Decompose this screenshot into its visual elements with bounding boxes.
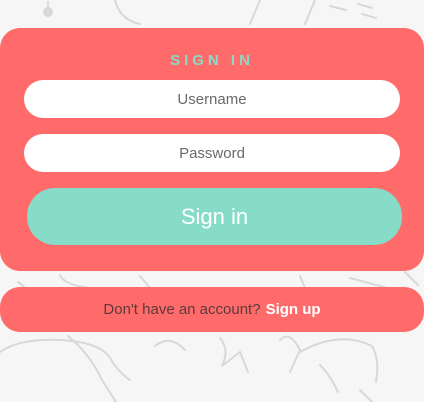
signup-card: Don't have an account? Sign up (0, 287, 424, 332)
username-input[interactable] (24, 80, 400, 118)
password-input[interactable] (24, 134, 400, 172)
signin-button[interactable]: Sign in (27, 188, 402, 245)
signin-title: SIGN IN (170, 52, 254, 69)
signup-link[interactable]: Sign up (266, 301, 321, 318)
signup-prompt: Don't have an account? (103, 301, 261, 318)
